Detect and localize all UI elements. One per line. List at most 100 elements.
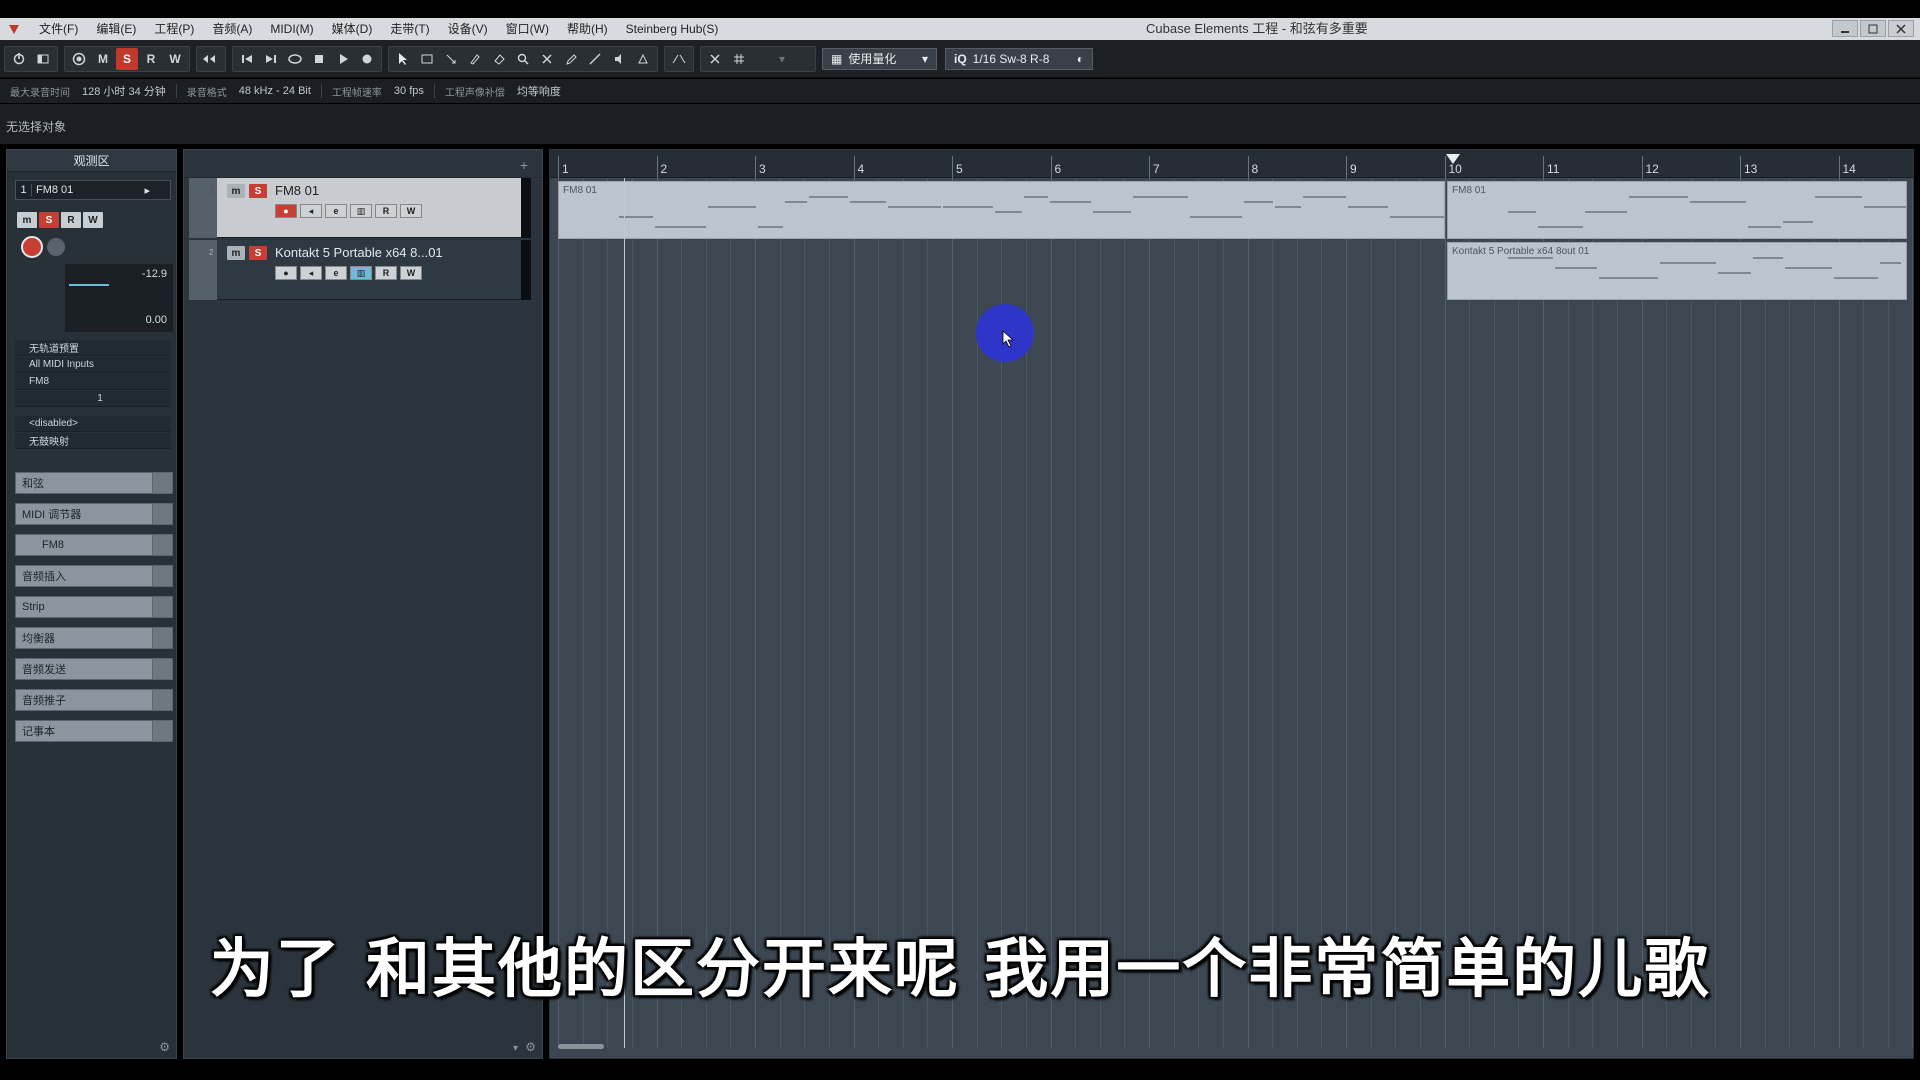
section-chords-icon[interactable]	[152, 473, 172, 493]
section-strip[interactable]: Strip	[15, 596, 173, 618]
menu-help[interactable]: 帮助(H)	[558, 18, 617, 40]
record-enable-button[interactable]: ●	[275, 204, 297, 218]
erase-tool-icon[interactable]	[488, 48, 510, 70]
section-audio-inserts[interactable]: 音频插入	[15, 565, 173, 587]
menu-devices[interactable]: 设备(V)	[439, 18, 497, 40]
range-tool-icon[interactable]	[416, 48, 438, 70]
menu-file[interactable]: 文件(F)	[30, 18, 87, 40]
global-write-button[interactable]: W	[164, 48, 186, 70]
menu-project[interactable]: 工程(P)	[145, 18, 203, 40]
edit-instrument-button[interactable]: e	[325, 204, 347, 218]
section-midi-modifiers-icon[interactable]	[152, 504, 172, 524]
track-name[interactable]: FM8 01	[275, 183, 319, 198]
menu-window[interactable]: 窗口(W)	[497, 18, 558, 40]
inspector-write-button[interactable]: W	[83, 212, 103, 228]
grid-type-dropdown[interactable]: ▾	[752, 48, 812, 70]
menu-audio[interactable]: 音频(A)	[203, 18, 261, 40]
track-mute-button[interactable]: m	[227, 184, 245, 198]
section-chords[interactable]: 和弦	[15, 472, 173, 494]
track-row[interactable]: 1 m S FM8 01 ● ◂ e ▥ R W	[189, 178, 531, 238]
section-audio-inserts-icon[interactable]	[152, 566, 172, 586]
quantize-type-select[interactable]: ▦ 使用量化 ▾	[822, 47, 937, 70]
section-audio-sends[interactable]: 音频发送	[15, 658, 173, 680]
color-tool-icon[interactable]	[632, 48, 654, 70]
section-audio-sends-icon[interactable]	[152, 659, 172, 679]
stop-icon[interactable]	[308, 48, 330, 70]
midi-event[interactable]: FM8 01	[1447, 181, 1907, 239]
gear-icon[interactable]: ⚙	[525, 1040, 536, 1054]
window-layout-icon[interactable]	[32, 48, 54, 70]
add-track-icon[interactable]: +	[520, 157, 528, 173]
section-equalizer[interactable]: 均衡器	[15, 627, 173, 649]
autoscroll-icon[interactable]	[200, 48, 222, 70]
menu-midi[interactable]: MIDI(M)	[261, 18, 322, 40]
track-read-button[interactable]: R	[375, 204, 397, 218]
go-to-start-icon[interactable]	[236, 48, 258, 70]
midi-event[interactable]: Kontakt 5 Portable x64 8out 01	[1447, 242, 1907, 300]
edit-instrument-button[interactable]: e	[325, 266, 347, 280]
locator-marker[interactable]	[1446, 154, 1460, 164]
play-tool-icon[interactable]	[608, 48, 630, 70]
record-enable-button[interactable]: ●	[275, 266, 297, 280]
menu-steinberg-hub[interactable]: Steinberg Hub(S)	[617, 18, 728, 40]
quantize-apply-icon[interactable]: ◐	[1077, 52, 1084, 66]
object-selection-tool-icon[interactable]	[392, 48, 414, 70]
auto-fades-icon[interactable]	[668, 48, 690, 70]
monitor-button[interactable]: ◂	[300, 266, 322, 280]
midi-channel-row[interactable]: 1	[15, 391, 171, 407]
track-write-button[interactable]: W	[400, 204, 422, 218]
inspector-monitor-button[interactable]	[47, 238, 65, 256]
inspector-volume-value[interactable]: -12.9	[142, 268, 167, 280]
patch-row[interactable]: <disabled>	[15, 416, 171, 432]
scrollbar-thumb[interactable]	[558, 1044, 604, 1049]
section-instrument-icon[interactable]	[152, 535, 172, 555]
track-row[interactable]: 2 m S Kontakt 5 Portable x64 8...01 ● ◂ …	[189, 240, 531, 300]
section-instrument[interactable]: FM8	[15, 534, 173, 556]
inspector-solo-button[interactable]: S	[39, 212, 59, 228]
global-solo-button[interactable]: S	[116, 47, 138, 70]
gear-icon[interactable]: ⚙	[159, 1040, 170, 1054]
menu-edit[interactable]: 编辑(E)	[87, 18, 145, 40]
inspector-mute-button[interactable]: m	[17, 212, 37, 228]
maximize-button[interactable]	[1860, 20, 1886, 37]
section-audio-fader[interactable]: 音频推子	[15, 689, 173, 711]
record-icon[interactable]	[356, 48, 378, 70]
close-button[interactable]	[1888, 20, 1914, 37]
glue-tool-icon[interactable]	[464, 48, 486, 70]
go-to-end-icon[interactable]	[260, 48, 282, 70]
drum-map-row[interactable]: 无鼓映射	[15, 433, 171, 449]
frame-rate-value[interactable]: 30 fps	[394, 85, 424, 97]
ruler[interactable]: 1 2 3 4 5 6 7 8 9 10 11 12 13 14	[550, 150, 1913, 178]
track-mute-button[interactable]: m	[227, 246, 245, 260]
section-notepad-icon[interactable]	[152, 721, 172, 741]
inspector-record-enable-button[interactable]	[21, 236, 43, 258]
track-write-button[interactable]: W	[400, 266, 422, 280]
menu-transport[interactable]: 走带(T)	[381, 18, 438, 40]
track-name[interactable]: Kontakt 5 Portable x64 8...01	[275, 245, 443, 260]
track-solo-button[interactable]: S	[249, 184, 267, 198]
grid-icon[interactable]	[728, 48, 750, 70]
minimize-button[interactable]	[1832, 20, 1858, 37]
track-solo-button[interactable]: S	[249, 246, 267, 260]
pan-law-value[interactable]: 均等响度	[517, 83, 561, 99]
instrument-icon[interactable]: ▥	[350, 204, 372, 218]
global-read-button[interactable]: R	[140, 48, 162, 70]
section-equalizer-icon[interactable]	[152, 628, 172, 648]
midi-input-row[interactable]: All MIDI Inputs	[15, 357, 171, 373]
play-icon[interactable]	[332, 48, 354, 70]
chevron-down-icon[interactable]: ▾	[513, 1043, 518, 1054]
inspector-track-name[interactable]: 1 FM8 01 ▸	[15, 180, 171, 200]
draw-tool-icon[interactable]	[560, 48, 582, 70]
line-tool-icon[interactable]	[584, 48, 606, 70]
cycle-icon[interactable]	[284, 48, 306, 70]
power-icon[interactable]	[8, 48, 30, 70]
midi-output-row[interactable]: FM8	[15, 374, 171, 390]
rec-format-value[interactable]: 48 kHz - 24 Bit	[239, 85, 311, 97]
section-midi-modifiers[interactable]: MIDI 调节器	[15, 503, 173, 525]
split-tool-icon[interactable]	[440, 48, 462, 70]
track-read-button[interactable]: R	[375, 266, 397, 280]
quantize-preset-select[interactable]: iQ 1/16 Sw-8 R-8 ◐	[945, 47, 1093, 70]
global-mute-button[interactable]: M	[92, 48, 114, 70]
track-preset-row[interactable]: 无轨道预置	[15, 340, 171, 356]
section-audio-fader-icon[interactable]	[152, 690, 172, 710]
